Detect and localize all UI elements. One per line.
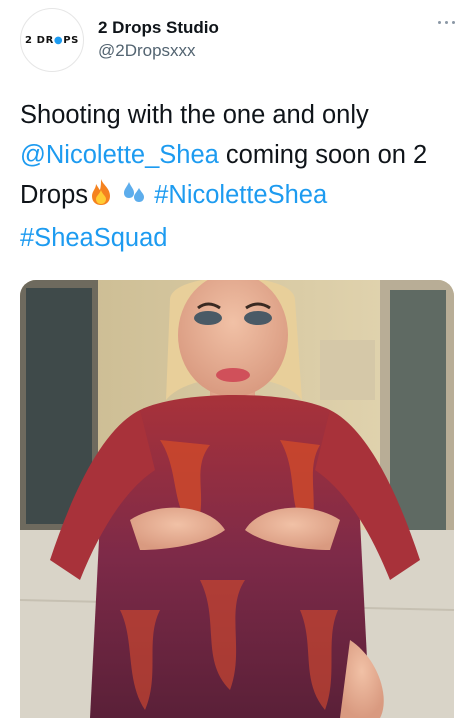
tweet-media[interactable] xyxy=(20,280,454,718)
avatar-logo: 2 DR●PS xyxy=(25,34,79,46)
media-photo xyxy=(20,280,454,718)
fire-emoji-icon xyxy=(88,178,114,218)
mention-link[interactable]: @Nicolette_Shea xyxy=(20,141,219,169)
author-handle[interactable]: @2Dropsxxx xyxy=(98,41,196,61)
tweet-text-part: Shooting with the one and only xyxy=(20,101,369,129)
author-display-name[interactable]: 2 Drops Studio xyxy=(98,18,219,38)
tweet-header: 2 DR●PS 2 Drops Studio @2Dropsxxx xyxy=(20,8,458,72)
more-horizontal-icon[interactable] xyxy=(436,18,458,28)
avatar[interactable]: 2 DR●PS xyxy=(20,8,84,72)
tweet-text: Shooting with the one and only @Nicolett… xyxy=(20,95,460,258)
hashtag-link[interactable]: #NicoletteShea xyxy=(154,181,327,209)
sweat-droplets-emoji-icon xyxy=(121,178,147,218)
hashtag-link[interactable]: #SheaSquad xyxy=(20,224,167,252)
